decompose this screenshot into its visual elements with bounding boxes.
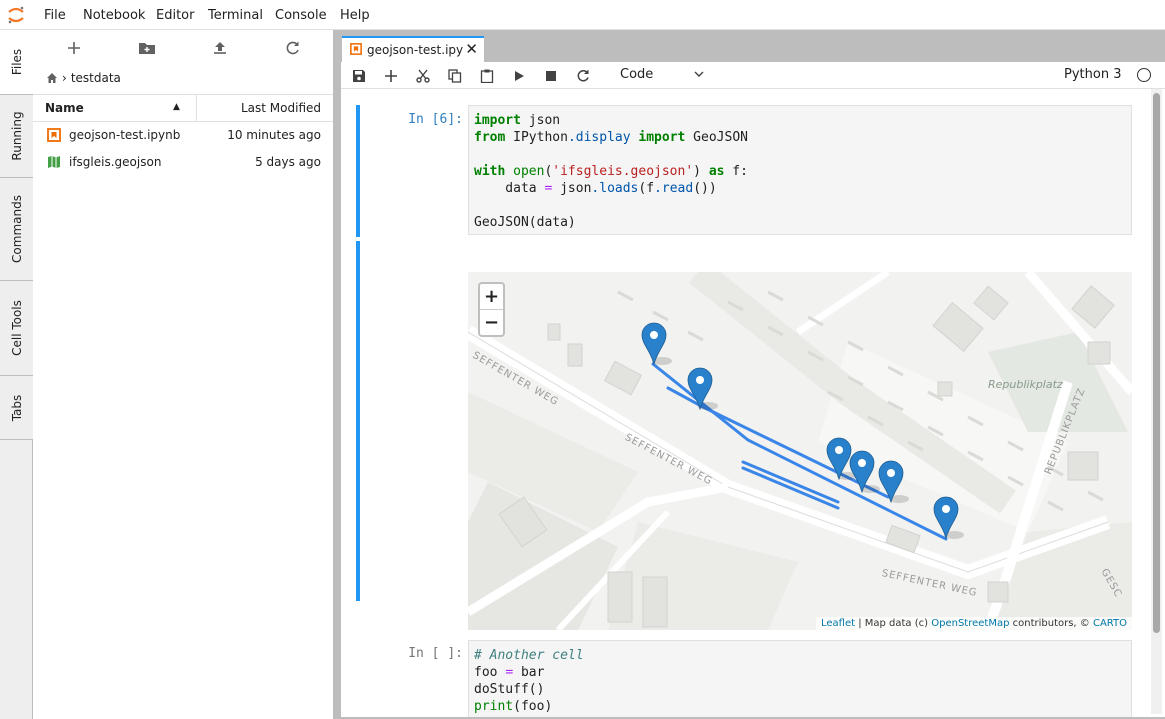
- cut-button[interactable]: [413, 66, 433, 86]
- sidetab-tabs[interactable]: Tabs: [0, 376, 33, 440]
- menu-bar: File Notebook Editor Terminal Console He…: [0, 0, 1165, 30]
- column-last-modified[interactable]: Last Modified: [241, 101, 321, 115]
- interrupt-button[interactable]: [541, 66, 561, 86]
- scissors-icon: [416, 69, 430, 83]
- map-file-icon: [48, 156, 60, 168]
- sidetab-label: Tabs: [9, 394, 24, 421]
- leaflet-map[interactable]: Republikplatz SEFFENTER WEG SEFFENTER WE…: [468, 272, 1132, 630]
- menu-notebook[interactable]: Notebook: [83, 8, 145, 23]
- plus-icon: [385, 70, 397, 82]
- attribution-text: | Map data (c): [855, 618, 932, 629]
- file-name: ifsgleis.geojson: [69, 155, 162, 169]
- menu-console[interactable]: Console: [275, 8, 327, 23]
- input-prompt: In [ ]:: [408, 646, 463, 661]
- sidetab-label: Commands: [9, 195, 24, 263]
- kernel-name[interactable]: Python 3: [1064, 67, 1121, 82]
- copy-button[interactable]: [445, 66, 465, 86]
- input-collapser[interactable]: [356, 105, 360, 237]
- jupyter-logo-icon: [8, 6, 24, 24]
- file-modified: 5 days ago: [255, 155, 321, 169]
- map-label-square: Republikplatz: [988, 378, 1063, 391]
- new-folder-icon[interactable]: [135, 38, 159, 58]
- run-button[interactable]: [509, 66, 529, 86]
- breadcrumb: › testdata: [46, 71, 121, 85]
- leaflet-link[interactable]: Leaflet: [821, 618, 855, 629]
- close-icon[interactable]: ✕: [465, 40, 478, 58]
- input-prompt: In [6]:: [408, 112, 463, 127]
- sort-ascending-icon: ▲: [173, 102, 180, 112]
- file-row[interactable]: geojson-test.ipynb 10 minutes ago: [33, 122, 333, 149]
- file-row[interactable]: ifsgleis.geojson 5 days ago: [33, 149, 333, 176]
- sidetab-label: Cell Tools: [9, 300, 24, 356]
- breadcrumb-separator: ›: [62, 71, 67, 85]
- sidetab-running[interactable]: Running: [0, 95, 33, 178]
- home-icon[interactable]: [46, 72, 58, 84]
- notebook-toolbar: Code Python 3: [341, 62, 1165, 89]
- cell-type-select[interactable]: Code: [620, 67, 704, 82]
- stop-icon: [546, 71, 556, 81]
- menu-file[interactable]: File: [44, 8, 66, 23]
- save-button[interactable]: [349, 66, 369, 86]
- left-sidebar-tabs: Files Running Commands Cell Tools Tabs: [0, 30, 34, 719]
- file-modified: 10 minutes ago: [227, 128, 321, 142]
- refresh-icon: [577, 69, 589, 82]
- main-dock-area: geojson-test.ipynb ✕: [334, 30, 1165, 719]
- new-launcher-icon[interactable]: [62, 38, 86, 58]
- notebook-icon: [350, 43, 362, 55]
- save-icon: [353, 70, 365, 82]
- menu-editor[interactable]: Editor: [156, 8, 194, 23]
- code-editor[interactable]: # Another cell foo = bar doStuff() print…: [468, 640, 1132, 717]
- insert-cell-button[interactable]: [381, 66, 401, 86]
- sidetab-label: Files: [10, 48, 24, 76]
- menu-help[interactable]: Help: [340, 8, 370, 23]
- tab-label: geojson-test.ipynb: [367, 43, 463, 57]
- chevron-down-icon: [694, 71, 704, 77]
- notebook-cells: In [6]: import json from IPython.display…: [341, 89, 1165, 717]
- file-list-header: Name ▲ Last Modified: [33, 94, 333, 122]
- scrollbar-thumb[interactable]: [1153, 93, 1160, 633]
- play-icon: [515, 71, 524, 81]
- menu-terminal[interactable]: Terminal: [208, 8, 263, 23]
- osm-link[interactable]: OpenStreetMap: [931, 618, 1009, 629]
- zoom-control: + −: [478, 282, 505, 337]
- map-tiles: [468, 272, 1132, 630]
- zoom-in-button[interactable]: +: [480, 284, 503, 310]
- zoom-out-button[interactable]: −: [480, 310, 503, 336]
- file-browser: › testdata Name ▲ Last Modified geojson-…: [33, 30, 334, 719]
- notebook-icon: [47, 128, 61, 142]
- attribution-text: contributors, ©: [1009, 618, 1093, 629]
- copy-icon: [448, 69, 462, 83]
- carto-link[interactable]: CARTO: [1093, 618, 1127, 629]
- breadcrumb-folder[interactable]: testdata: [71, 71, 121, 85]
- kernel-status-icon: [1137, 68, 1151, 82]
- sidetab-label: Running: [9, 111, 24, 161]
- tab-geojson-test[interactable]: geojson-test.ipynb ✕: [342, 36, 484, 62]
- restart-button[interactable]: [573, 66, 593, 86]
- notebook-panel: Code Python 3 In [6]: import json from I…: [341, 62, 1165, 717]
- paste-button[interactable]: [477, 66, 497, 86]
- cell-type-value: Code: [620, 67, 654, 82]
- refresh-icon[interactable]: [281, 38, 305, 58]
- output-collapser[interactable]: [356, 241, 360, 601]
- file-name: geojson-test.ipynb: [69, 128, 181, 142]
- code-editor[interactable]: import json from IPython.display import …: [468, 105, 1132, 235]
- sidetab-files[interactable]: Files: [0, 30, 34, 95]
- sidetab-commands[interactable]: Commands: [0, 178, 33, 281]
- scrollbar[interactable]: [1151, 89, 1162, 714]
- paste-icon: [480, 69, 494, 83]
- upload-icon[interactable]: [208, 38, 232, 58]
- sidetab-cell-tools[interactable]: Cell Tools: [0, 281, 33, 376]
- column-name[interactable]: Name: [45, 101, 84, 115]
- map-attribution: Leaflet | Map data (c) OpenStreetMap con…: [815, 617, 1132, 630]
